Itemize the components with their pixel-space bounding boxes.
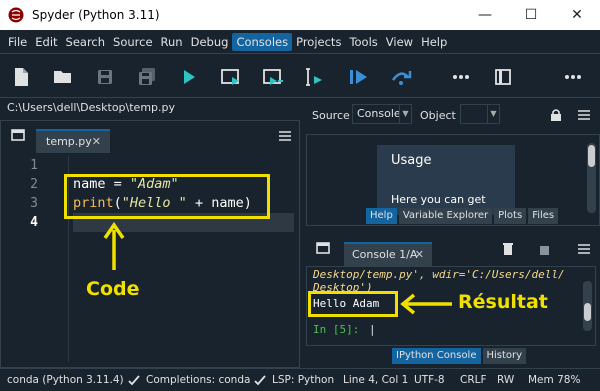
save-icon[interactable] [92,64,118,90]
tab-history[interactable]: History [482,348,527,364]
editor-menu-icon[interactable] [278,130,292,142]
debug-icon[interactable] [346,64,372,90]
run-cell-icon[interactable] [218,64,244,90]
menu-search[interactable]: Search [62,33,110,51]
tab-files[interactable]: Files [528,208,559,224]
usage-title: Usage [391,153,432,168]
status-rw: RW [497,374,515,386]
menu-projects[interactable]: Projects [292,33,345,51]
menu-tools[interactable]: Tools [345,33,381,51]
close-tab-icon[interactable]: ✕ [415,244,424,265]
menu-source[interactable]: Source [109,33,157,51]
run-cell-advance-icon[interactable] [260,64,286,90]
code-arrow-icon [103,222,125,270]
source-label: Source [312,109,350,122]
save-all-icon[interactable] [134,64,160,90]
menu-view[interactable]: View [382,33,417,51]
result-annotation: Résultat [458,291,548,313]
more-options-icon[interactable] [448,64,474,90]
chevron-down-icon: ▼ [399,105,411,123]
browse-tabs-icon[interactable] [316,242,332,258]
status-eol: CRLF [460,374,487,386]
maximize-button[interactable]: ☐ [508,0,554,30]
step-over-icon[interactable] [388,64,414,90]
status-encoding: UTF-8 [414,374,445,386]
panes-icon[interactable] [490,64,516,90]
tab-console-1a[interactable]: Console 1/A ✕ [344,242,432,266]
trash-icon[interactable] [502,242,518,258]
status-mem: Mem 78% [528,374,581,386]
result-arrow-icon [400,293,452,315]
more-options-icon[interactable] [560,64,586,90]
file-path: C:\Users\dell\Desktop\temp.py [0,98,300,118]
menu-run[interactable]: Run [157,33,187,51]
tab-temp-py[interactable]: temp.py ✕ [36,129,110,153]
check-icon [254,375,266,389]
new-file-icon[interactable] [8,64,34,90]
code-highlight-box [64,174,270,219]
tab-ipython-console[interactable]: IPython Console [392,348,481,364]
window-title: Spyder (Python 3.11) [32,8,160,22]
console-menu-icon[interactable] [577,243,591,255]
line-number: 4 [30,215,38,230]
stop-icon[interactable] [540,245,556,261]
menu-debug[interactable]: Debug [187,33,233,51]
main-toolbar [0,55,600,98]
tab-variable-explorer[interactable]: Variable Explorer [398,208,493,224]
menu-file[interactable]: File [4,33,31,51]
console-tab-label: Console 1/A [352,248,418,261]
line-number-gutter: 1 2 3 4 [8,156,42,362]
run-icon[interactable] [176,64,202,90]
console-prompt: In [5]: [313,323,360,336]
tab-plots[interactable]: Plots [494,208,527,224]
open-folder-icon[interactable] [50,64,76,90]
menu-bar: File Edit Search Source Run Debug Consol… [0,30,600,54]
source-value: Console [357,107,401,120]
run-selection-icon[interactable] [302,64,328,90]
source-select[interactable]: Console ▼ [352,104,412,124]
usage-text: Here you can get [391,193,486,206]
object-label: Object [420,109,456,122]
lock-icon[interactable] [550,108,566,124]
result-highlight-box [308,291,398,317]
text-cursor: | [369,323,376,336]
line-number: 2 [30,177,38,192]
close-tab-icon[interactable]: ✕ [92,131,101,152]
status-lsp[interactable]: LSP: Python [272,374,334,386]
menu-consoles[interactable]: Consoles [232,32,293,51]
help-scrollbar[interactable] [587,143,596,213]
line-number: 3 [30,196,38,211]
usage-card: Usage Here you can get [377,145,515,215]
console-pane-tabs: IPython Console History [392,348,528,364]
window-titlebar: Spyder (Python 3.11) — ☐ ✕ [0,0,600,30]
code-annotation: Code [86,278,140,300]
tab-help[interactable]: Help [366,208,397,224]
console-scrollbar[interactable] [583,281,592,331]
status-bar: conda (Python 3.11.4) Completions: conda… [0,368,600,391]
minimize-button[interactable]: — [462,0,508,30]
object-input[interactable]: ▼ [460,104,500,124]
chevron-down-icon: ▼ [487,105,499,123]
status-cursor: Line 4, Col 1 [343,374,409,386]
browse-tabs-icon[interactable] [11,129,27,145]
tab-label: temp.py [46,135,92,148]
help-pane: Source Console ▼ Object ▼ Usage Here you… [306,98,600,226]
status-completions[interactable]: Completions: conda [146,374,250,386]
menu-help[interactable]: Help [417,33,451,51]
status-env[interactable]: conda (Python 3.11.4) [7,374,124,386]
spyder-logo-icon [8,7,24,23]
close-button[interactable]: ✕ [554,0,600,30]
help-menu-icon[interactable] [577,109,591,121]
check-icon [128,375,140,389]
editor-tabbar: temp.py ✕ [1,121,299,153]
console-line: Desktop/temp.py', wdir='C:/Users/dell/ [313,268,565,281]
editor-pane: temp.py ✕ 1 2 3 4 name = "Adam" print("H… [0,120,300,368]
line-number: 1 [30,158,38,173]
help-pane-tabs: Help Variable Explorer Plots Files [366,208,560,224]
menu-edit[interactable]: Edit [31,33,61,51]
